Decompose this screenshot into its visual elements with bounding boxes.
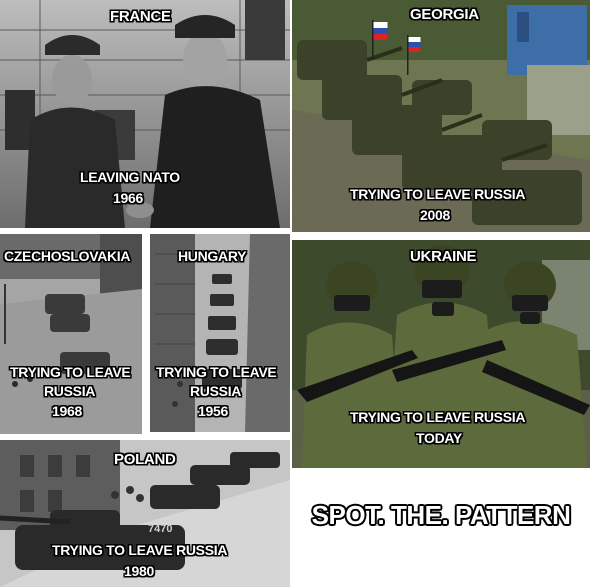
caption-action: TRYING TO LEAVE RUSSIA bbox=[52, 542, 228, 558]
panel-poland: 7470 POLAND TRYING TO LEAVE RUSSIA 1980 bbox=[0, 440, 290, 587]
panel-georgia: GEORGIA TRYING TO LEAVE RUSSIA 2008 bbox=[292, 0, 590, 232]
caption-country: POLAND bbox=[114, 451, 176, 468]
caption-year: 1968 bbox=[52, 403, 82, 419]
panel-hungary: HUNGARY TRYING TO LEAVE RUSSIA 1956 bbox=[150, 234, 290, 432]
panel-ukraine: UKRAINE TRYING TO LEAVE RUSSIA TODAY bbox=[292, 240, 590, 468]
caption-year: 2008 bbox=[420, 207, 450, 223]
france-photo bbox=[0, 0, 290, 228]
caption-country: UKRAINE bbox=[410, 248, 477, 265]
caption-action: LEAVING NATO bbox=[80, 169, 180, 185]
caption-action: TRYING TO LEAVE RUSSIA bbox=[350, 409, 526, 425]
caption-country: GEORGIA bbox=[410, 6, 479, 23]
caption-action: TRYING TO LEAVE bbox=[10, 364, 131, 380]
panel-france: FRANCE LEAVING NATO 1966 bbox=[0, 0, 290, 228]
caption-country: FRANCE bbox=[110, 8, 171, 25]
caption-year: 1980 bbox=[124, 563, 154, 579]
tank-number: 7470 bbox=[148, 523, 172, 535]
caption-action: TRYING TO LEAVE RUSSIA bbox=[350, 186, 526, 202]
caption-year: TODAY bbox=[416, 430, 462, 446]
caption-year: 1956 bbox=[198, 403, 228, 419]
caption-year: 1966 bbox=[113, 190, 143, 206]
caption-country: HUNGARY bbox=[178, 248, 247, 264]
panel-czechoslovakia: CZECHOSLOVAKIA TRYING TO LEAVE RUSSIA 19… bbox=[0, 234, 142, 434]
tagline: SPOT. THE. PATTERN bbox=[311, 500, 571, 530]
caption-action-2: RUSSIA bbox=[190, 383, 242, 399]
caption-action-2: RUSSIA bbox=[44, 383, 96, 399]
caption-action: TRYING TO LEAVE bbox=[156, 364, 277, 380]
caption-country: CZECHOSLOVAKIA bbox=[4, 248, 131, 264]
